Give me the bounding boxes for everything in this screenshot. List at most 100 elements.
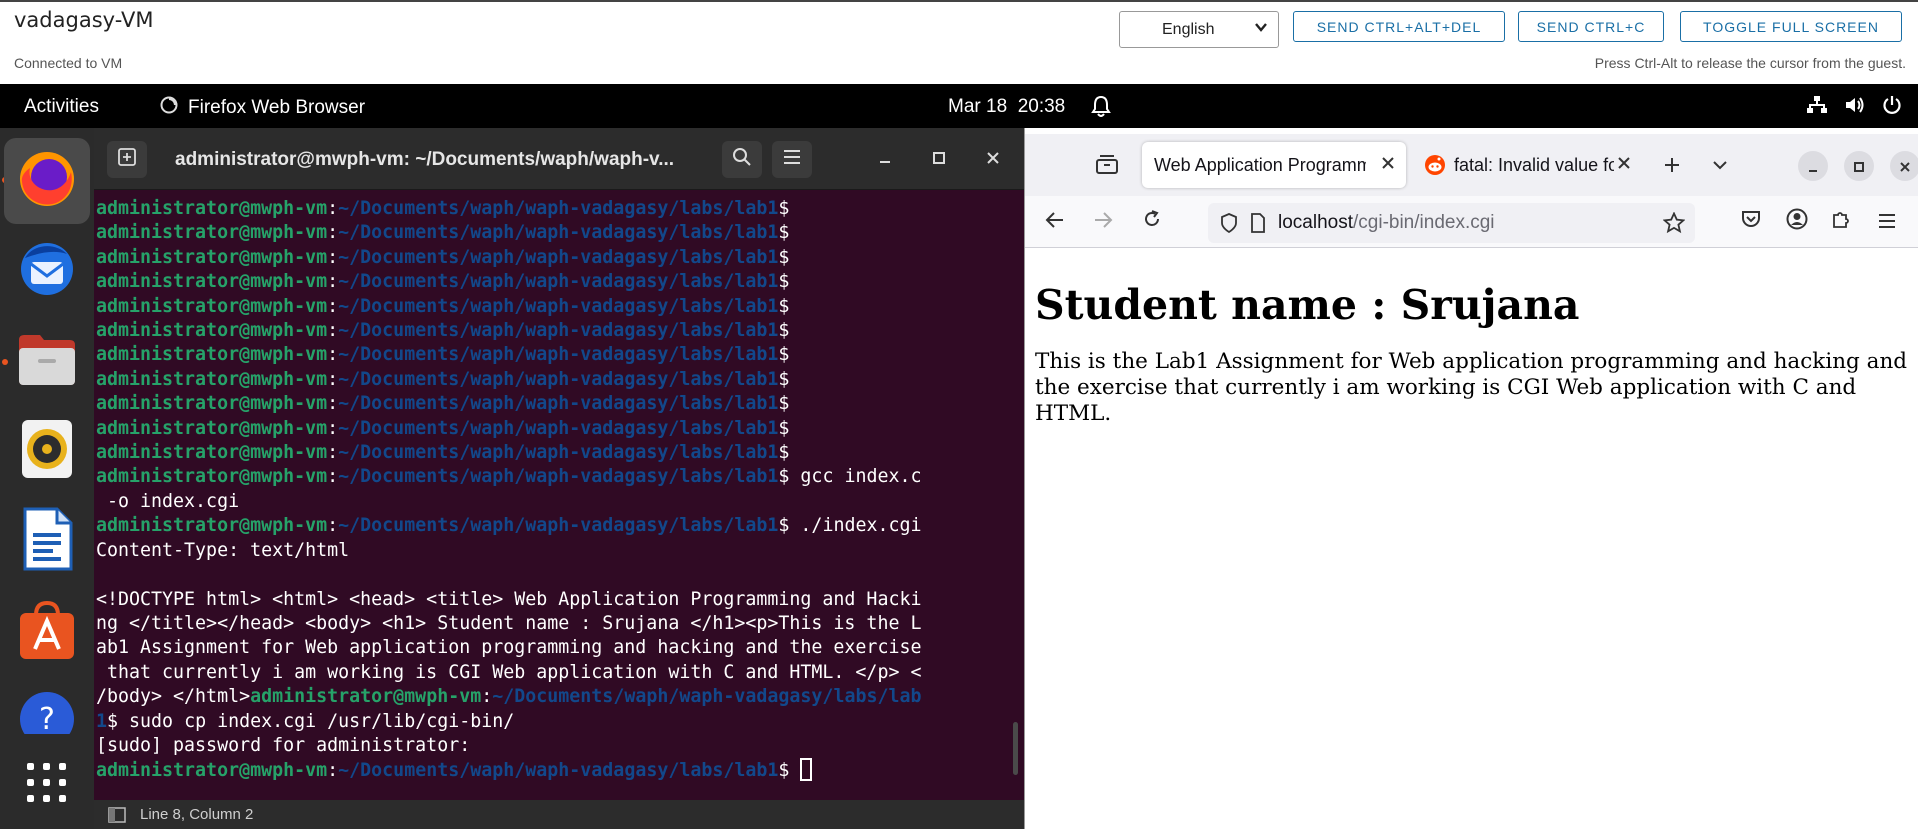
tab-web-application[interactable]: Web Application Programming and Hacking: [1142, 142, 1406, 188]
firefox-view-icon: [1095, 153, 1119, 181]
release-cursor-hint: Press Ctrl-Alt to release the cursor fro…: [1594, 55, 1906, 71]
send-ctrl-alt-del-button[interactable]: SEND CTRL+ALT+DEL: [1293, 11, 1505, 42]
minimize-icon: [1807, 153, 1819, 179]
tab-fatal-invalid-value[interactable]: fatal: Invalid value for: [1412, 142, 1642, 188]
firefox-window[interactable]: Web Application Programming and Hacking …: [1024, 128, 1918, 829]
reload-button[interactable]: [1138, 208, 1166, 236]
dock: ?: [0, 128, 94, 829]
bookmark-star-icon[interactable]: [1662, 211, 1686, 240]
tab-label: Web Application Programming and Hacking: [1154, 154, 1366, 175]
terminal-line: -o index.cgi: [96, 490, 240, 512]
dock-app-center[interactable]: [4, 588, 90, 674]
list-all-tabs-button[interactable]: [1703, 150, 1737, 184]
show-apps-icon: [25, 761, 69, 810]
minimize-button[interactable]: [1798, 151, 1828, 181]
terminal-line: ab1 Assignment for Web application progr…: [96, 637, 922, 659]
new-tab-button[interactable]: [1655, 150, 1689, 184]
dock-rhythmbox[interactable]: [4, 408, 90, 494]
terminal-line: 1$ sudo cp index.cgi /usr/lib/cgi-bin/: [96, 710, 515, 732]
cursor-position: Line 8, Column 2: [140, 806, 254, 823]
terminal-headerbar: administrator@mwph-vm: ~/Documents/waph/…: [94, 128, 1024, 190]
terminal-scrollbar[interactable]: [1013, 722, 1018, 775]
toggle-full-screen-button[interactable]: TOGGLE FULL SCREEN: [1680, 11, 1902, 42]
volume-icon: [1844, 95, 1866, 120]
maximize-icon: [932, 149, 946, 170]
dock-firefox[interactable]: [4, 138, 90, 224]
vm-connection-status: Connected to VM: [14, 55, 123, 71]
terminal-search-button[interactable]: [722, 141, 762, 178]
gnome-top-bar: Activities Firefox Web Browser Mar 18 20…: [0, 84, 1918, 128]
new-tab-icon: [117, 147, 137, 172]
maximize-button[interactable]: [1844, 151, 1874, 181]
pocket-icon: [1741, 209, 1761, 235]
send-ctrl-c-button[interactable]: SEND CTRL+C: [1518, 11, 1664, 42]
clock[interactable]: Mar 18 20:38: [948, 96, 1065, 118]
arrow-right-icon: [1093, 209, 1113, 235]
terminal-line: that currently i am working is CGI Web a…: [96, 661, 922, 683]
tab-close-icon[interactable]: [1616, 155, 1632, 176]
url-bar[interactable]: localhost /cgi-bin/index.cgi: [1208, 203, 1695, 243]
terminal-line: administrator@mwph-vm:~/Documents/waph/w…: [96, 442, 790, 464]
dock-show-apps[interactable]: [4, 742, 90, 828]
tab-close-icon[interactable]: [1380, 155, 1396, 176]
forward-button[interactable]: [1089, 208, 1117, 236]
terminal-menu-button[interactable]: [772, 141, 812, 178]
terminal-line: /body> </html>administrator@mwph-vm:~/Do…: [96, 686, 922, 708]
terminal-line: administrator@mwph-vm:~/Documents/waph/w…: [96, 344, 790, 366]
arrow-left-icon: [1045, 209, 1065, 235]
vm-console-header: vadagasy-VM Connected to VM English SEND…: [0, 0, 1918, 84]
app-menu-label: Firefox Web Browser: [188, 97, 366, 118]
dock-help[interactable]: ?: [4, 678, 90, 734]
terminal-line: administrator@mwph-vm:~/Documents/waph/w…: [96, 320, 790, 342]
firefox-small-icon: [160, 96, 178, 120]
reload-icon: [1142, 209, 1162, 235]
new-tab-button[interactable]: [107, 141, 147, 178]
terminal-title: administrator@mwph-vm: ~/Documents/waph/…: [175, 149, 675, 170]
firefox-view-button[interactable]: [1090, 150, 1124, 184]
chevron-down-icon: [1711, 154, 1729, 180]
search-icon: [732, 147, 752, 172]
terminal-line: administrator@mwph-vm:~/Documents/waph/w…: [96, 222, 790, 244]
terminal-line: administrator@mwph-vm:~/Documents/waph/w…: [96, 295, 790, 317]
close-button[interactable]: [1890, 151, 1918, 181]
maximize-button[interactable]: [926, 146, 952, 172]
app-menu[interactable]: Firefox Web Browser: [160, 96, 365, 120]
terminal-line: administrator@mwph-vm:~/Documents/waph/w…: [96, 758, 1006, 783]
app-menu-button[interactable]: [1873, 208, 1901, 236]
terminal-line: administrator@mwph-vm:~/Documents/waph/w…: [96, 466, 922, 488]
minimize-button[interactable]: [872, 146, 898, 172]
app-center-icon: [16, 597, 78, 666]
terminal-window[interactable]: administrator@mwph-vm: ~/Documents/waph/…: [94, 128, 1024, 829]
extensions-button[interactable]: [1827, 208, 1855, 236]
sidebar-toggle-icon[interactable]: [108, 806, 126, 823]
tracking-shield-icon[interactable]: [1220, 213, 1238, 233]
terminal-line: <!DOCTYPE html> <html> <head> <title> We…: [96, 588, 922, 610]
web-page-content: Student name : Srujana This is the Lab1 …: [1025, 249, 1918, 829]
language-select[interactable]: English: [1119, 11, 1279, 48]
system-tray[interactable]: [1806, 95, 1902, 120]
maximize-icon: [1853, 153, 1865, 179]
terminal-line: administrator@mwph-vm:~/Documents/waph/w…: [96, 417, 790, 439]
dock-thunderbird[interactable]: [4, 228, 90, 314]
notification-bell-icon[interactable]: [1090, 94, 1112, 123]
network-icon: [1806, 95, 1828, 120]
terminal-line: administrator@mwph-vm:~/Documents/waph/w…: [96, 393, 790, 415]
plus-icon: [1663, 154, 1681, 180]
page-info-icon[interactable]: [1250, 213, 1266, 233]
back-button[interactable]: [1041, 208, 1069, 236]
terminal-output[interactable]: administrator@mwph-vm:~/Documents/waph/w…: [96, 197, 1006, 784]
thunderbird-icon: [15, 238, 79, 305]
terminal-line: administrator@mwph-vm:~/Documents/waph/w…: [96, 271, 790, 293]
account-button[interactable]: [1783, 208, 1811, 236]
dock-files[interactable]: [4, 318, 90, 404]
clock-time: 20:38: [1017, 96, 1066, 117]
pocket-button[interactable]: [1737, 208, 1765, 236]
close-button[interactable]: [980, 146, 1006, 172]
terminal-line: [sudo] password for administrator:: [96, 734, 471, 756]
clock-date: Mar 18: [948, 96, 1008, 117]
dock-writer[interactable]: [4, 498, 90, 584]
terminal-line: administrator@mwph-vm:~/Documents/waph/w…: [96, 515, 922, 537]
firefox-tab-bar: Web Application Programming and Hacking …: [1025, 134, 1918, 196]
firefox-icon: [16, 148, 78, 215]
activities-button[interactable]: Activities: [24, 96, 99, 118]
